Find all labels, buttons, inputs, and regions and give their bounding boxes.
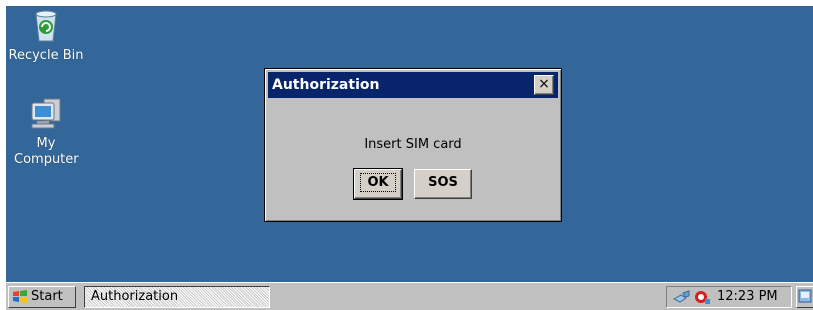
start-label: Start xyxy=(31,289,63,304)
dialog-message: Insert SIM card xyxy=(364,137,462,152)
recycle-bin-icon xyxy=(28,8,64,44)
sim-alert-icon[interactable] xyxy=(693,289,711,305)
start-button[interactable]: Start xyxy=(8,286,76,308)
clock[interactable]: 12:23 PM xyxy=(717,287,778,307)
close-button[interactable]: × xyxy=(534,75,554,95)
sos-button[interactable]: SOS xyxy=(414,169,472,199)
dialog-titlebar[interactable]: Authorization × xyxy=(268,72,558,98)
desktop-icon-my-computer[interactable]: My Computer xyxy=(6,96,86,168)
dialog-title: Authorization xyxy=(272,77,380,93)
ok-button-label: OK xyxy=(360,173,396,192)
taskbar-item-authorization[interactable]: Authorization xyxy=(84,286,270,308)
desktop-icon-recycle-bin[interactable]: Recycle Bin xyxy=(6,8,86,64)
my-computer-label: My Computer xyxy=(14,136,79,167)
system-tray: 12:23 PM xyxy=(666,286,792,308)
authorization-dialog: Authorization × Insert SIM card OK SOS xyxy=(264,68,562,222)
desktop: Recycle Bin My Computer Authorization × … xyxy=(6,6,813,310)
network-icon[interactable] xyxy=(672,289,691,305)
ok-button[interactable]: OK xyxy=(353,168,403,200)
show-desktop-button[interactable] xyxy=(796,286,813,308)
my-computer-icon xyxy=(28,96,64,132)
windows-flag-icon xyxy=(12,289,28,305)
show-desktop-icon xyxy=(798,289,812,303)
taskbar: Start Authorization 12:23 PM xyxy=(6,282,813,310)
desktop-icon-label: Recycle Bin xyxy=(8,48,84,63)
close-icon: × xyxy=(538,76,550,92)
desktop-icon-label: My Computer xyxy=(6,136,86,168)
